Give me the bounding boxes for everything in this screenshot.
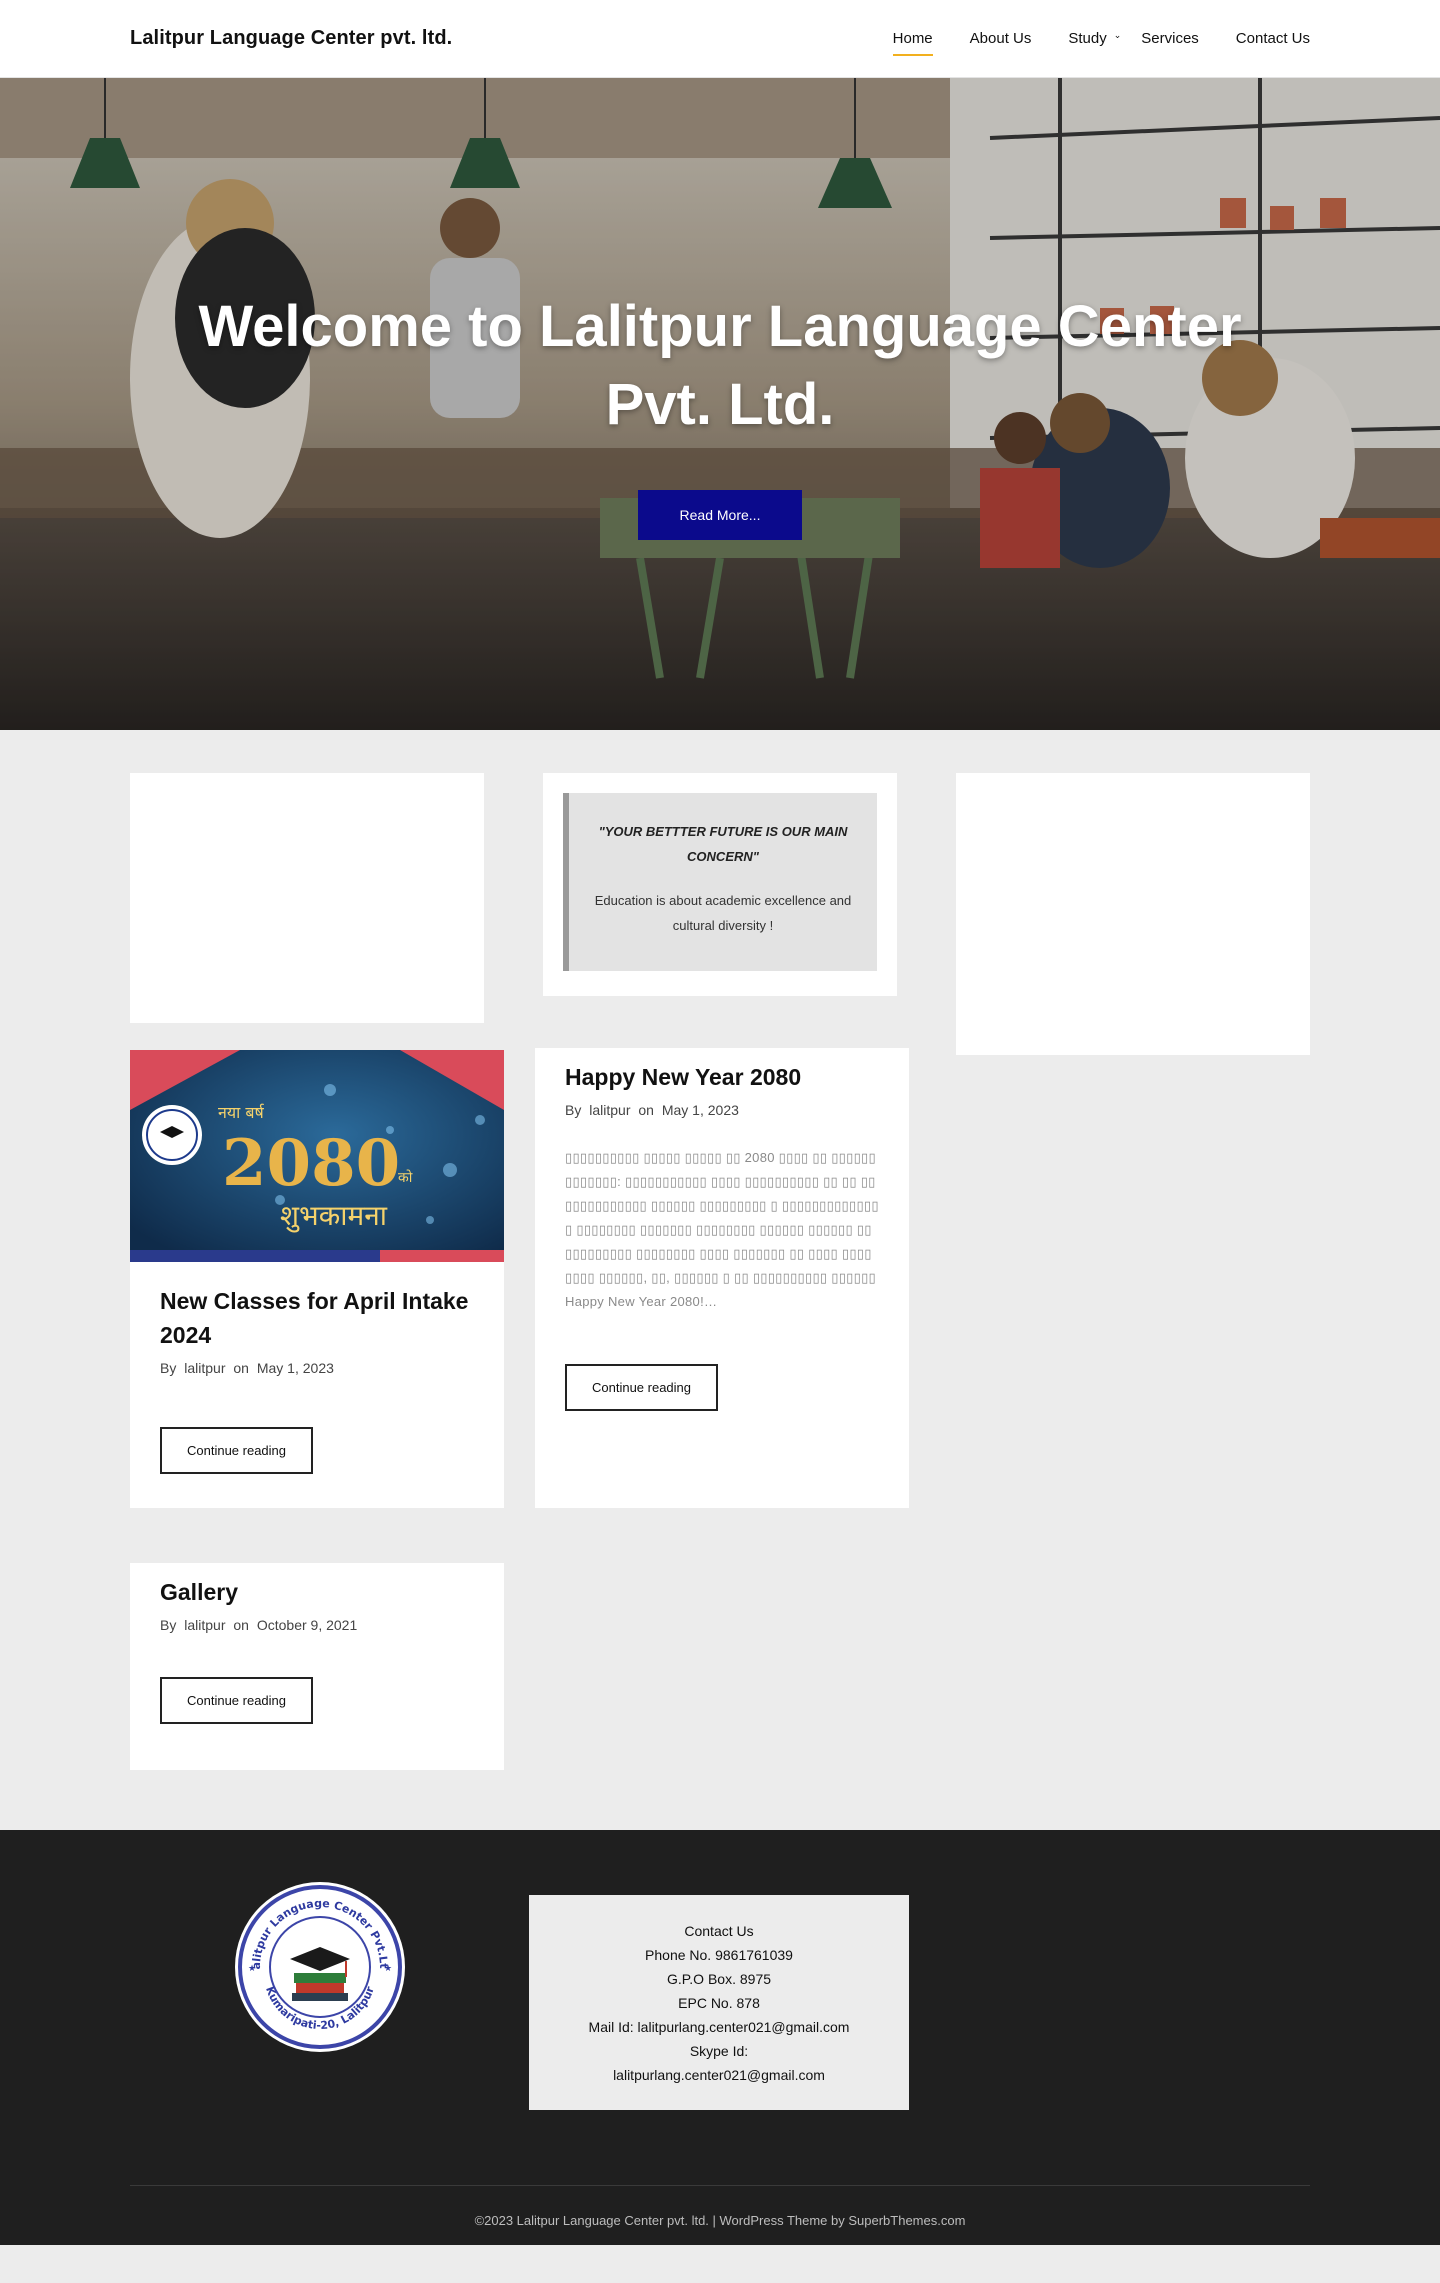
main-nav: Home About Us Study ⌄ Services Contact U… <box>856 0 1310 78</box>
post-title-link[interactable]: Happy New Year 2080 <box>565 1060 879 1094</box>
post-title-link[interactable]: New Classes for April Intake 2024 <box>160 1284 474 1352</box>
chevron-down-icon: ⌄ <box>1113 30 1122 40</box>
post-date-link[interactable]: May 1, 2023 <box>662 1102 739 1118</box>
contact-epc: EPC No. 878 <box>678 1995 760 2011</box>
nav-item-about-us[interactable]: About Us <box>970 0 1032 78</box>
post-body: New Classes for April Intake 2024 By lal… <box>130 1284 504 1474</box>
widget-right <box>956 773 1310 1055</box>
nav-item-contact-us[interactable]: Contact Us <box>1236 0 1310 78</box>
post-author-link[interactable]: lalitpur <box>184 1360 225 1376</box>
site-footer: Lalitpur Language Center Pvt.Ltd Kumarip… <box>0 1830 1440 2245</box>
contact-heading: Contact Us <box>684 1923 754 1939</box>
nav-item-label: About Us <box>969 30 1032 47</box>
post-meta: By lalitpur on May 1, 2023 <box>565 1102 879 1118</box>
nav-item-label: Home <box>892 30 933 47</box>
nav-item-label: Study <box>1068 30 1107 47</box>
post-title-link[interactable]: Gallery <box>160 1575 474 1609</box>
quote-text: Education is about academic excellence a… <box>594 893 852 933</box>
footer-divider <box>130 2185 1310 2186</box>
nav-item-home[interactable]: Home <box>892 0 933 78</box>
footer-copyright: ©2023 Lalitpur Language Center pvt. ltd.… <box>474 2213 966 2228</box>
post-meta-on: on <box>233 1617 249 1633</box>
post-meta-by: By <box>565 1102 582 1118</box>
continue-reading-button[interactable]: Continue reading <box>565 1364 718 1411</box>
post-date-link[interactable]: October 9, 2021 <box>257 1617 357 1633</box>
widget-quote: "YOUR BETTTER FUTURE IS OUR MAIN CONCERN… <box>543 773 897 996</box>
post-meta-on: on <box>233 1360 249 1376</box>
post-date-link[interactable]: May 1, 2023 <box>257 1360 334 1376</box>
quote-box: "YOUR BETTTER FUTURE IS OUR MAIN CONCERN… <box>563 793 877 971</box>
center-logo-image: Lalitpur Language Center Pvt.Ltd Kumarip… <box>230 1871 405 2052</box>
widgets-row: "YOUR BETTTER FUTURE IS OUR MAIN CONCERN… <box>0 730 1440 1055</box>
post-card: Gallery By lalitpur on October 9, 2021 C… <box>130 1563 504 1770</box>
image-year-text: 2080 <box>222 1126 400 1201</box>
post-meta-by: By <box>160 1617 177 1633</box>
image-ko-text: को <box>398 1169 413 1186</box>
hero-content: Welcome to Lalitpur Language Center Pvt.… <box>0 288 1440 540</box>
site-title-link[interactable]: Lalitpur Language Center pvt. ltd. <box>130 27 452 50</box>
read-more-button[interactable]: Read More... <box>638 490 802 540</box>
widget-left <box>130 773 484 1023</box>
posts-grid: नया बर्ष 2080 को शुभकामना New Classes fo… <box>0 1048 1440 1830</box>
post-meta-on: on <box>638 1102 654 1118</box>
quote-title: "YOUR BETTTER FUTURE IS OUR MAIN CONCERN… <box>598 824 848 864</box>
post-card: Happy New Year 2080 By lalitpur on May 1… <box>535 1048 909 1508</box>
svg-text:★: ★ <box>248 1964 256 1974</box>
continue-reading-button[interactable]: Continue reading <box>160 1677 313 1724</box>
nav-item-services[interactable]: Services <box>1141 0 1199 78</box>
contact-phone: Phone No. 9861761039 <box>645 1947 793 1963</box>
post-author-link[interactable]: lalitpur <box>184 1617 225 1633</box>
svg-text:★: ★ <box>384 1964 392 1974</box>
hero-section: Welcome to Lalitpur Language Center Pvt.… <box>0 78 1440 730</box>
post-meta-by: By <box>160 1360 177 1376</box>
nav-item-label: Services <box>1141 30 1199 47</box>
contact-skype-label: Skype Id: <box>689 2043 749 2059</box>
nav-item-study[interactable]: Study ⌄ <box>1068 0 1121 78</box>
hero-title: Welcome to Lalitpur Language Center Pvt.… <box>198 294 1242 437</box>
post-featured-image[interactable]: नया बर्ष 2080 को शुभकामना <box>130 1050 504 1262</box>
post-author-link[interactable]: lalitpur <box>589 1102 630 1118</box>
contact-gpo: G.P.O Box. 8975 <box>666 1971 772 1987</box>
contact-mail: Mail Id: lalitpurlang.center021@gmail.co… <box>588 2019 850 2035</box>
image-badge-text: नया बर्ष <box>218 1103 265 1122</box>
post-meta: By lalitpur on October 9, 2021 <box>160 1617 474 1633</box>
image-greeting-text: शुभकामना <box>280 1199 388 1233</box>
post-excerpt: ▯▯▯▯▯▯▯▯▯▯ ▯▯▯▯▯ ▯▯▯▯▯ ▯▯ 2080 ▯▯▯▯ ▯▯ ▯… <box>565 1150 879 1309</box>
nav-item-label: Contact Us <box>1235 30 1310 47</box>
post-meta: By lalitpur on May 1, 2023 <box>160 1360 474 1376</box>
site-header: Lalitpur Language Center pvt. ltd. Home … <box>0 0 1440 78</box>
footer-logo: Lalitpur Language Center Pvt.Ltd Kumarip… <box>230 1871 406 2058</box>
post-card: नया बर्ष 2080 को शुभकामना New Classes fo… <box>130 1050 504 1508</box>
continue-reading-button[interactable]: Continue reading <box>160 1427 313 1474</box>
footer-contact-box: Contact Us Phone No. 9861761039 G.P.O Bo… <box>529 1895 909 2110</box>
contact-skype: lalitpurlang.center021@gmail.com <box>613 2067 825 2083</box>
